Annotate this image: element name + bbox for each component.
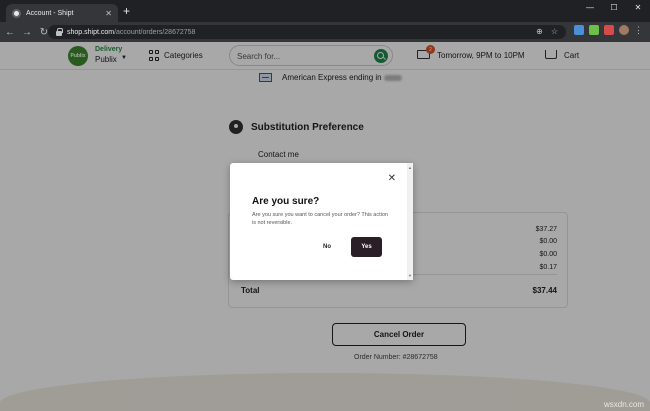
tab-title: Account - Shipt (26, 9, 74, 17)
forward-icon[interactable]: → (20, 27, 34, 38)
window-controls: — ☐ ✕ (578, 0, 650, 14)
yes-button[interactable]: Yes (351, 237, 382, 257)
maximize-icon[interactable]: ☐ (602, 0, 626, 14)
tab-close-icon[interactable]: ✕ (105, 9, 112, 18)
no-button[interactable]: No (317, 240, 337, 254)
site-info-icon[interactable]: ⊕ (536, 27, 543, 36)
watermark: wsxdn.com (603, 400, 644, 409)
scroll-up-icon[interactable]: ▲ (408, 165, 412, 170)
new-tab-icon[interactable]: + (123, 5, 130, 17)
close-window-icon[interactable]: ✕ (626, 0, 650, 14)
browser-menu-icon[interactable]: ⋮ (634, 25, 643, 35)
address-bar[interactable]: shop.shipt.com/account/orders/28672758 ⊕… (48, 25, 566, 39)
extension-icon[interactable] (589, 25, 599, 35)
browser-tab[interactable]: Account - Shipt ✕ (6, 4, 118, 22)
back-icon[interactable]: ← (3, 27, 17, 38)
bookmark-star-icon[interactable]: ☆ (551, 27, 558, 36)
extension-icon[interactable] (604, 25, 614, 35)
browser-tab-bar: Account - Shipt ✕ + — ☐ ✕ (0, 0, 650, 22)
shipt-favicon-icon (12, 8, 21, 18)
profile-avatar[interactable] (619, 25, 629, 35)
extension-icon[interactable] (574, 25, 584, 35)
lock-icon (56, 27, 63, 36)
url-host: shop.shipt.com (67, 28, 115, 36)
close-icon[interactable]: ✕ (388, 173, 396, 184)
url-path: /account/orders/28672758 (114, 28, 196, 36)
minimize-icon[interactable]: — (578, 0, 602, 14)
confirm-dialog: ✕ Are you sure? Are you sure you want to… (230, 163, 413, 280)
scroll-down-icon[interactable]: ▼ (408, 273, 412, 278)
dialog-scrollbar[interactable]: ▲ ▼ (407, 163, 413, 280)
browser-toolbar: ← → ↻ shop.shipt.com/account/orders/2867… (0, 22, 650, 42)
dialog-message: Are you sure you want to cancel your ord… (252, 212, 388, 226)
dialog-title: Are you sure? (252, 196, 320, 207)
